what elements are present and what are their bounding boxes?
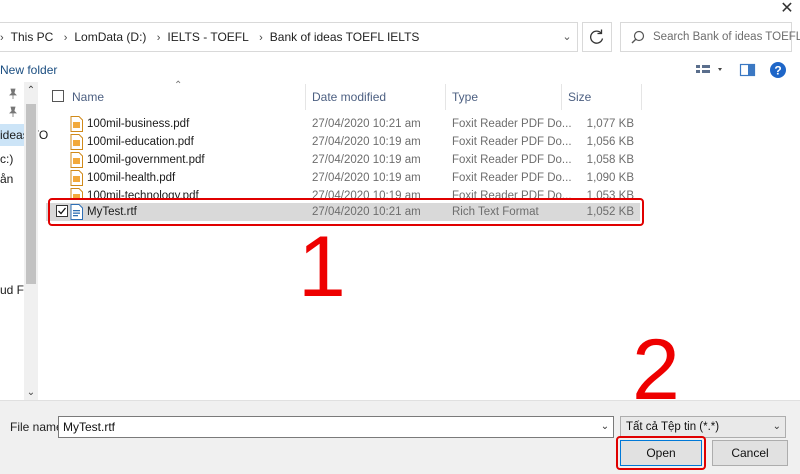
file-name-input[interactable]: MyTest.rtf bbox=[58, 416, 614, 438]
breadcrumb-this-pc[interactable]: This PC bbox=[11, 23, 54, 51]
column-divider[interactable] bbox=[445, 84, 446, 110]
column-header-type[interactable]: Type bbox=[452, 84, 478, 110]
preview-pane-icon bbox=[739, 63, 756, 77]
column-header-size[interactable]: Size bbox=[568, 84, 591, 110]
file-type: Foxit Reader PDF Do... bbox=[452, 154, 572, 166]
breadcrumb-folder[interactable]: IELTS - TOEFL bbox=[167, 23, 248, 51]
breadcrumb: › This PC › LomData (D:) › IELTS - TOEFL › B… bbox=[0, 23, 419, 51]
chevron-down-icon: ⌄ bbox=[772, 421, 781, 432]
help-icon: ? bbox=[770, 62, 786, 78]
nav-item-cloud[interactable]: ud Fi bbox=[0, 283, 27, 297]
file-row[interactable]: 100mil-government.pdf 27/04/2020 10:19 a… bbox=[46, 151, 640, 169]
search-icon bbox=[631, 30, 645, 44]
column-header-name[interactable]: Name bbox=[72, 84, 104, 110]
close-icon[interactable]: ✕ bbox=[774, 0, 800, 20]
details-view-icon bbox=[696, 65, 722, 73]
file-size: 1,090 KB bbox=[586, 172, 634, 184]
chevron-right-icon: › bbox=[156, 32, 161, 44]
file-type: Foxit Reader PDF Do... bbox=[452, 172, 572, 184]
file-name: 100mil-health.pdf bbox=[87, 172, 176, 184]
search-input[interactable]: Search Bank of ideas TOEFL I... bbox=[620, 22, 800, 52]
file-name: 100mil-government.pdf bbox=[87, 154, 205, 166]
file-type-select[interactable]: Tất cả Tệp tin (*.*) ⌄ bbox=[620, 416, 786, 438]
pdf-icon bbox=[70, 134, 83, 150]
select-all-checkbox[interactable] bbox=[52, 90, 64, 102]
breadcrumb-current[interactable]: Bank of ideas TOEFL IELTS bbox=[270, 23, 420, 51]
chevron-down-icon[interactable]: ⌄ bbox=[596, 416, 614, 438]
file-name: 100mil-business.pdf bbox=[87, 118, 190, 130]
file-date: 27/04/2020 10:19 am bbox=[312, 172, 421, 184]
file-size: 1,056 KB bbox=[586, 136, 634, 148]
chevron-down-icon[interactable]: ⌄ bbox=[555, 22, 579, 52]
sort-ascending-icon: ⌃ bbox=[174, 80, 183, 91]
chevron-right-icon: › bbox=[259, 32, 263, 44]
pdf-icon bbox=[70, 170, 83, 186]
file-date: 27/04/2020 10:19 am bbox=[312, 136, 421, 148]
help-button[interactable]: ? bbox=[768, 60, 788, 80]
file-row[interactable]: 100mil-health.pdf 27/04/2020 10:19 am Fo… bbox=[46, 169, 640, 187]
pin-icon bbox=[8, 106, 18, 121]
chevron-right-icon: › bbox=[63, 32, 68, 44]
pin-icon bbox=[8, 88, 18, 103]
nav-scrollbar-thumb[interactable] bbox=[26, 104, 36, 284]
preview-pane-button[interactable] bbox=[738, 60, 758, 80]
column-divider[interactable] bbox=[641, 84, 642, 110]
title-bar bbox=[0, 0, 800, 20]
column-divider[interactable] bbox=[561, 84, 562, 110]
file-size: 1,077 KB bbox=[586, 118, 634, 130]
file-size: 1,058 KB bbox=[586, 154, 634, 166]
address-bar[interactable]: › This PC › LomData (D:) › IELTS - TOEFL › B… bbox=[0, 22, 578, 52]
scroll-down-icon[interactable]: ⌄ bbox=[24, 386, 38, 400]
breadcrumb-drive[interactable]: LomData (D:) bbox=[74, 23, 146, 51]
refresh-button[interactable] bbox=[582, 22, 612, 52]
file-row[interactable]: 100mil-business.pdf 27/04/2020 10:21 am … bbox=[46, 115, 640, 133]
file-type: Foxit Reader PDF Do... bbox=[452, 118, 572, 130]
file-name-value: MyTest.rtf bbox=[63, 420, 116, 434]
column-divider[interactable] bbox=[305, 84, 306, 110]
svg-text:?: ? bbox=[774, 64, 781, 78]
pdf-icon bbox=[70, 116, 83, 132]
nav-item-drive[interactable]: c:) bbox=[0, 152, 13, 166]
file-type: Foxit Reader PDF Do... bbox=[452, 136, 572, 148]
file-date: 27/04/2020 10:21 am bbox=[312, 118, 421, 130]
annotation-highlight-open bbox=[616, 436, 706, 470]
search-placeholder: Search Bank of ideas TOEFL I... bbox=[653, 31, 800, 43]
annotation-step-1: 1 bbox=[298, 219, 346, 315]
cancel-button[interactable]: Cancel bbox=[712, 440, 788, 466]
new-folder-button[interactable]: New folder bbox=[0, 58, 57, 82]
annotation-step-2: 2 bbox=[632, 322, 680, 418]
file-type-value: Tất cả Tệp tin (*.*) bbox=[626, 421, 720, 433]
file-date: 27/04/2020 10:19 am bbox=[312, 154, 421, 166]
refresh-icon bbox=[590, 29, 604, 44]
annotation-highlight-row bbox=[48, 198, 644, 226]
pdf-icon bbox=[70, 152, 83, 168]
view-options-button[interactable] bbox=[694, 58, 728, 82]
file-row[interactable]: 100mil-education.pdf 27/04/2020 10:19 am… bbox=[46, 133, 640, 151]
nav-item-folder[interactable]: ån bbox=[0, 172, 13, 186]
chevron-right-icon: › bbox=[0, 32, 4, 44]
column-header-date[interactable]: Date modified bbox=[312, 84, 386, 110]
file-name: 100mil-education.pdf bbox=[87, 136, 194, 148]
scroll-up-icon[interactable]: ⌃ bbox=[24, 84, 38, 98]
